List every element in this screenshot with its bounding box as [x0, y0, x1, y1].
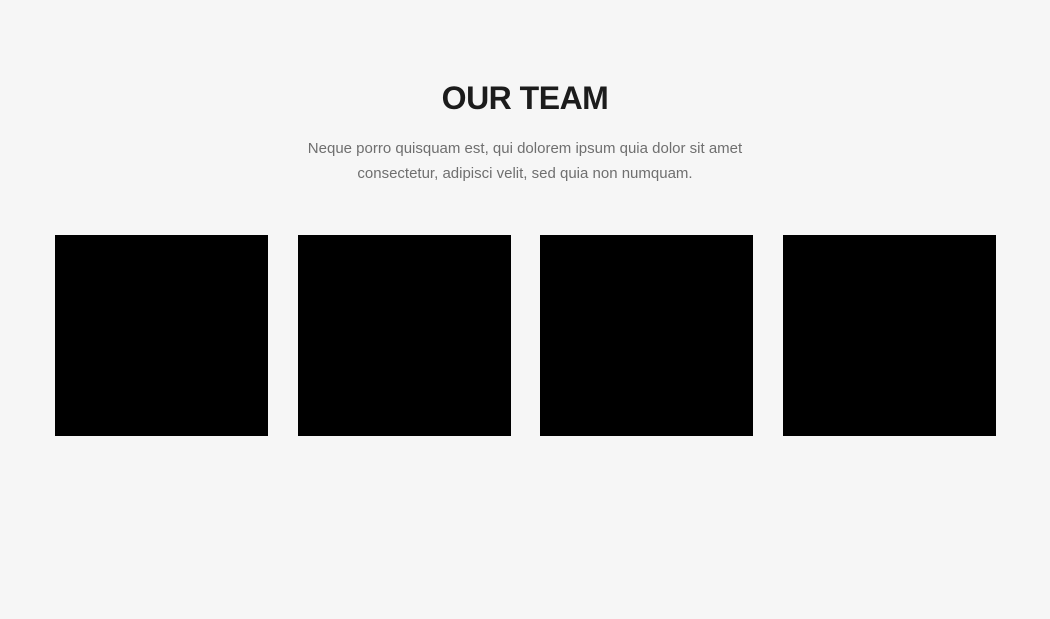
section-title: OUR TEAM: [441, 80, 609, 116]
team-member-photo-3[interactable]: [540, 235, 753, 436]
team-member-photo-4[interactable]: [783, 235, 996, 436]
team-grid: [55, 235, 996, 436]
team-member-photo-2[interactable]: [298, 235, 511, 436]
team-section: OUR TEAM Neque porro quisquam est, qui d…: [0, 0, 1050, 619]
team-member-photo-1[interactable]: [55, 235, 268, 436]
section-subtitle: Neque porro quisquam est, qui dolorem ip…: [307, 140, 743, 182]
